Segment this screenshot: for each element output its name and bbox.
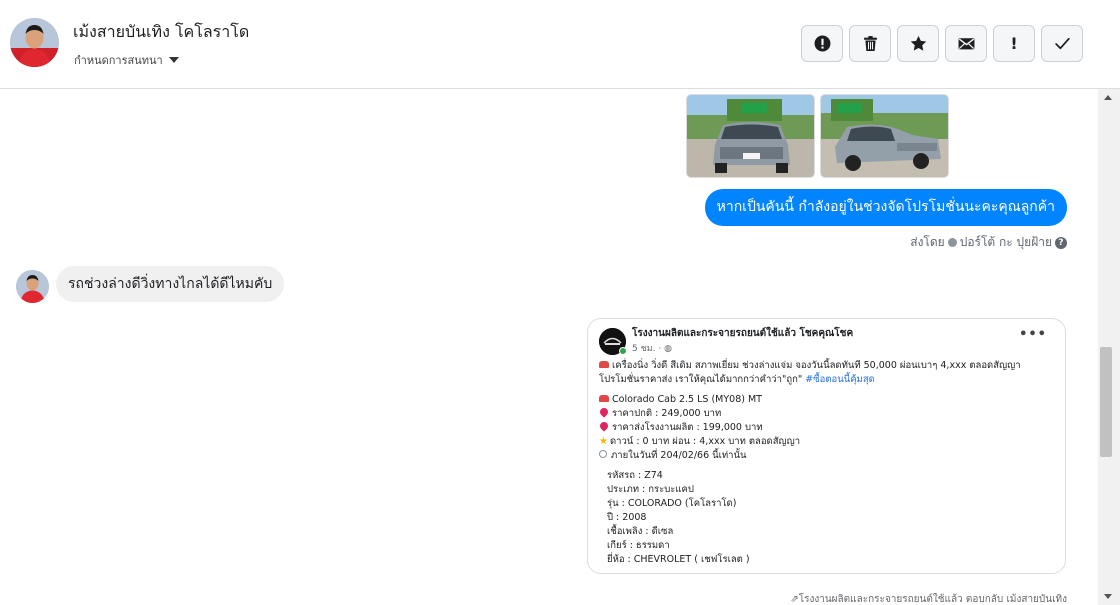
spec-line: รุ่น : COLORADO (โคโลราโด) xyxy=(607,498,737,509)
pushpin-icon xyxy=(598,406,610,418)
post-intro-line-2: โปรโมชั่นราคาส่ง เราให้คุณได้มากกว่าคำว่… xyxy=(599,374,875,385)
spec-line: เชื้อเพลิง : ดีเซล xyxy=(607,526,674,537)
post-meta: 5 ชม. · ◍ xyxy=(632,341,672,355)
envelope-icon xyxy=(958,38,974,50)
message-scrollbar[interactable] xyxy=(1098,89,1120,605)
post-page-name[interactable]: โรงงานผลิตและกระจายรถยนต์ใช้แล้ว โชคคุณโ… xyxy=(632,326,853,341)
conversation-toolbar: ! xyxy=(801,25,1083,62)
trash-icon xyxy=(863,36,877,51)
post-model-line: Colorado Cab 2.5 LS (MY08) MT xyxy=(599,393,1059,407)
sent-by-line: ส่งโดย ปอร์โต้ กะ ปุยฝ้าย ? xyxy=(910,233,1067,252)
scroll-thumb[interactable] xyxy=(1100,347,1112,457)
important-button[interactable]: ! xyxy=(993,25,1035,62)
reply-arrow-icon: ⇗ xyxy=(790,594,799,605)
spec-line: เกียร์ : ธรรมดา xyxy=(607,540,670,551)
post-intro-line: เครื่องนิ่ง วิ่งดี สีเดิม สภาพเยี่ยม ช่ว… xyxy=(599,359,1059,373)
car-icon xyxy=(599,361,609,368)
reply-attribution: ⇗โรงงานผลิตและกระจายรถยนต์ใช้แล้ว ตอบกลั… xyxy=(790,594,1067,605)
post-normal-price: ราคาปกติ : 249,000 บาท xyxy=(598,406,1059,421)
checkmark-icon xyxy=(1054,37,1070,50)
spec-line: รหัสรถ : Z74 xyxy=(607,470,663,481)
car-icon xyxy=(599,395,609,402)
conversation-schedule-dropdown[interactable]: กำหนดการสนทนา xyxy=(74,51,179,69)
scroll-down-arrow-icon[interactable] xyxy=(1104,594,1112,599)
car-photo-angle[interactable] xyxy=(820,94,949,178)
post-body: เครื่องนิ่ง วิ่งดี สีเดิม สภาพเยี่ยม ช่ว… xyxy=(598,359,1059,567)
alert-circle-button[interactable] xyxy=(801,25,843,62)
post-time[interactable]: 5 ชม. · xyxy=(632,344,664,354)
sent-by-prefix: ส่งโดย xyxy=(910,235,945,249)
help-question-icon[interactable]: ? xyxy=(1055,236,1067,249)
outgoing-message-bubble[interactable]: หากเป็นคันนี้ กำลังอยู่ในช่วงจัดโปรโมชั่… xyxy=(704,189,1067,226)
globe-icon: ◍ xyxy=(664,344,672,354)
star-button[interactable] xyxy=(897,25,939,62)
hashtag-link[interactable]: #ซื้อตอนนี้คุ้มสุด xyxy=(805,374,875,385)
scroll-up-arrow-icon[interactable] xyxy=(1104,95,1112,100)
sent-by-name[interactable]: ปอร์โต้ กะ ปุยฝ้าย xyxy=(960,233,1052,252)
conversation-schedule-label: กำหนดการสนทนา xyxy=(74,54,163,67)
online-status-dot xyxy=(619,347,627,355)
post-factory-price: ราคาส่งโรงงานผลิต : 199,000 บาท xyxy=(598,420,1059,435)
star-icon: ★ xyxy=(599,436,608,447)
caret-down-icon xyxy=(168,57,179,63)
incoming-message-bubble[interactable]: รถช่วงล่างดีวิ่งทางไกลได้ดีไหมคับ xyxy=(56,266,285,302)
done-button[interactable] xyxy=(1041,25,1083,62)
alert-circle-icon xyxy=(814,35,830,52)
post-down-payment: ★ ดาวน์ : 0 บาท ผ่อน : 4,xxx บาท ตลอดสัญญ… xyxy=(599,436,801,447)
contact-avatar[interactable] xyxy=(10,18,59,67)
delete-button[interactable] xyxy=(849,25,891,62)
spec-line: ปี : 2008 xyxy=(607,512,647,523)
pushpin-icon xyxy=(598,420,610,432)
shared-post-card[interactable]: โรงงานผลิตและกระจายรถยนต์ใช้แล้ว โชคคุณโ… xyxy=(587,318,1066,574)
exclamation-icon: ! xyxy=(1010,34,1018,53)
spec-line: ประเภท : กระบะแคป xyxy=(607,484,694,495)
car-photo-front[interactable] xyxy=(686,94,815,178)
spec-line: ยี่ห้อ : CHEVROLET ( เชฟโรเลต ) xyxy=(607,554,750,565)
sender-avatar[interactable] xyxy=(16,270,49,303)
contact-name: เม้งสายบันเทิง โคโลราโด xyxy=(73,22,250,41)
post-deadline: ภายในวันที่ 204/02/66 นี้เท่านั้น xyxy=(599,449,1059,463)
mail-button[interactable] xyxy=(945,25,987,62)
more-options-icon[interactable]: ••• xyxy=(1019,327,1047,342)
sender-badge-icon xyxy=(947,238,957,247)
star-icon xyxy=(910,35,926,51)
clock-icon xyxy=(599,450,607,458)
conversation-header: เม้งสายบันเทิง โคโลราโด กำหนดการสนทนา ! xyxy=(0,0,1120,89)
